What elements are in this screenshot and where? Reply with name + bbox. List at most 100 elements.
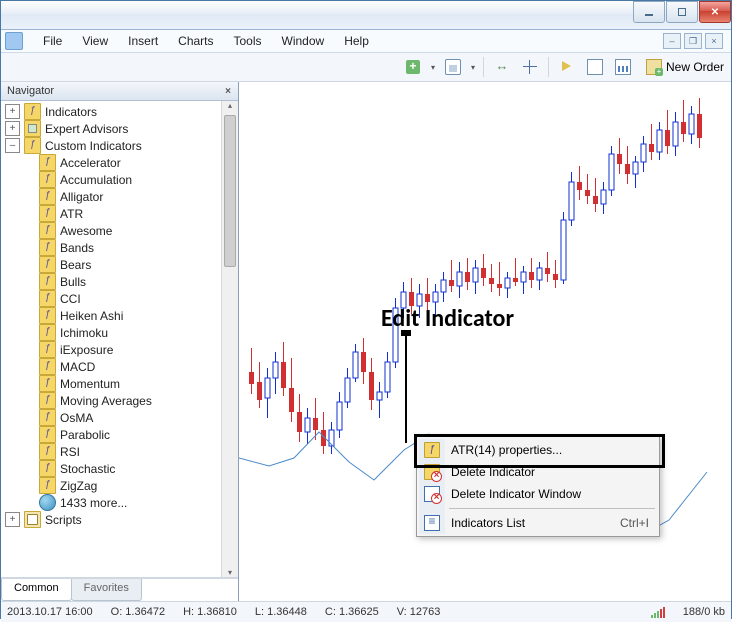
tree-twisty — [22, 496, 35, 509]
tree-item-osma[interactable]: OsMA — [5, 409, 221, 426]
navigator-scrollbar[interactable] — [221, 101, 238, 577]
tree-label: Indicators — [45, 105, 97, 119]
tree-item-accelerator[interactable]: Accelerator — [5, 154, 221, 171]
navigator-tree[interactable]: + Indicators + Expert Advisors–Custom Indic… — [1, 101, 221, 577]
tree-label: Ichimoku — [60, 326, 108, 340]
tree-item-stochastic[interactable]: Stochastic — [5, 460, 221, 477]
tree-label: Bulls — [60, 275, 86, 289]
ctx-indicators-list[interactable]: Indicators List Ctrl+I — [419, 512, 657, 534]
tree-custom-indicators[interactable]: –Custom Indicators — [5, 137, 221, 154]
tree-item-zigzag[interactable]: ZigZag — [5, 477, 221, 494]
menu-insert[interactable]: Insert — [118, 32, 168, 50]
tb-shift[interactable] — [490, 55, 514, 79]
ctx-delete-window[interactable]: Delete Indicator Window — [419, 483, 657, 505]
tree-twisty — [22, 173, 35, 186]
tb-cursor[interactable] — [555, 55, 579, 79]
tree-item-momentum[interactable]: Momentum — [5, 375, 221, 392]
menu-file[interactable]: File — [33, 32, 72, 50]
tree-expert-advisors[interactable]: + Expert Advisors — [5, 120, 221, 137]
tree-twisty — [22, 292, 35, 305]
indicator-icon — [39, 477, 56, 494]
menu-charts[interactable]: Charts — [168, 32, 223, 50]
tb-crosshair[interactable] — [518, 55, 542, 79]
new-order-label: New Order — [666, 60, 724, 74]
tree-scripts[interactable]: + Scripts — [5, 511, 221, 528]
tree-item-moving-averages[interactable]: Moving Averages — [5, 392, 221, 409]
tree-twisty[interactable]: + — [5, 121, 20, 136]
tb-new-chart-drop[interactable]: ▾ — [429, 63, 437, 72]
minimize-button[interactable] — [633, 1, 665, 23]
tb-doc[interactable] — [583, 55, 607, 79]
tb-profiles-drop[interactable]: ▾ — [469, 63, 477, 72]
context-separator — [449, 508, 655, 509]
ctx-delete[interactable]: Delete Indicator — [419, 461, 657, 483]
tree-label: Accelerator — [60, 156, 121, 170]
tree-label: Scripts — [45, 513, 82, 527]
tb-docchart[interactable] — [611, 55, 635, 79]
tree-label: Expert Advisors — [45, 122, 128, 136]
navigator-body: + Indicators + Expert Advisors–Custom Indic… — [1, 101, 238, 578]
subwin-restore[interactable]: ❐ — [684, 33, 702, 49]
status-close: C: 1.36625 — [325, 606, 379, 618]
tree-label: ATR — [60, 207, 83, 221]
delete-window-icon — [424, 486, 440, 502]
tree-label: MACD — [60, 360, 95, 374]
tree-item-accumulation[interactable]: Accumulation — [5, 171, 221, 188]
tree-item-ichimoku[interactable]: Ichimoku — [5, 324, 221, 341]
separator — [483, 57, 484, 77]
tab-common[interactable]: Common — [1, 579, 72, 601]
tree-twisty — [22, 479, 35, 492]
status-volume: V: 12763 — [397, 606, 441, 618]
menu-view[interactable]: View — [72, 32, 118, 50]
new-order-button[interactable]: New Order — [639, 55, 731, 79]
tree-more[interactable]: 1433 more... — [5, 494, 221, 511]
menu-window[interactable]: Window — [272, 32, 335, 50]
tree-indicators[interactable]: + Indicators — [5, 103, 221, 120]
menu-tools[interactable]: Tools — [224, 32, 272, 50]
tree-item-cci[interactable]: CCI — [5, 290, 221, 307]
navigator-close[interactable]: × — [221, 84, 235, 98]
tree-item-parabolic[interactable]: Parabolic — [5, 426, 221, 443]
scrollbar-thumb[interactable] — [224, 115, 236, 267]
tree-item-atr[interactable]: ATR — [5, 205, 221, 222]
shift-icon — [495, 60, 509, 74]
subwin-minimize[interactable]: – — [663, 33, 681, 49]
ctx-properties[interactable]: ATR(14) properties... — [419, 439, 657, 461]
tab-favorites[interactable]: Favorites — [71, 579, 142, 601]
menubar: File View Insert Charts Tools Window Hel… — [1, 30, 731, 53]
maximize-button[interactable] — [666, 1, 698, 23]
tb-new-chart[interactable] — [401, 55, 425, 79]
status-high: H: 1.36810 — [183, 606, 237, 618]
tree-twisty[interactable]: + — [5, 512, 20, 527]
indicator-icon — [39, 409, 56, 426]
menu-help[interactable]: Help — [334, 32, 379, 50]
tree-item-awesome[interactable]: Awesome — [5, 222, 221, 239]
tree-twisty[interactable]: – — [5, 138, 20, 153]
subwin-close[interactable]: × — [705, 33, 723, 49]
expert-advisor-icon — [24, 120, 41, 137]
tree-item-bulls[interactable]: Bulls — [5, 273, 221, 290]
tree-item-bears[interactable]: Bears — [5, 256, 221, 273]
indicator-icon — [39, 426, 56, 443]
tree-item-heiken-ashi[interactable]: Heiken Ashi — [5, 307, 221, 324]
tree-item-bands[interactable]: Bands — [5, 239, 221, 256]
tree-item-macd[interactable]: MACD — [5, 358, 221, 375]
tree-twisty — [22, 445, 35, 458]
tree-label: Awesome — [60, 224, 112, 238]
tree-label: CCI — [60, 292, 81, 306]
tree-twisty — [22, 343, 35, 356]
tree-twisty — [22, 207, 35, 220]
tree-twisty[interactable]: + — [5, 104, 20, 119]
tb-profiles[interactable] — [441, 55, 465, 79]
tree-item-rsi[interactable]: RSI — [5, 443, 221, 460]
close-button[interactable]: ✕ — [699, 1, 731, 23]
script-icon — [24, 511, 41, 528]
ctx-list-shortcut: Ctrl+I — [620, 516, 649, 530]
tree-item-iexposure[interactable]: iExposure — [5, 341, 221, 358]
tree-item-alligator[interactable]: Alligator — [5, 188, 221, 205]
navigator-title: Navigator — [7, 85, 54, 97]
tree-twisty — [22, 360, 35, 373]
tree-label: Accumulation — [60, 173, 132, 187]
tree-label: ZigZag — [60, 479, 97, 493]
connection-bars-icon — [651, 606, 665, 618]
